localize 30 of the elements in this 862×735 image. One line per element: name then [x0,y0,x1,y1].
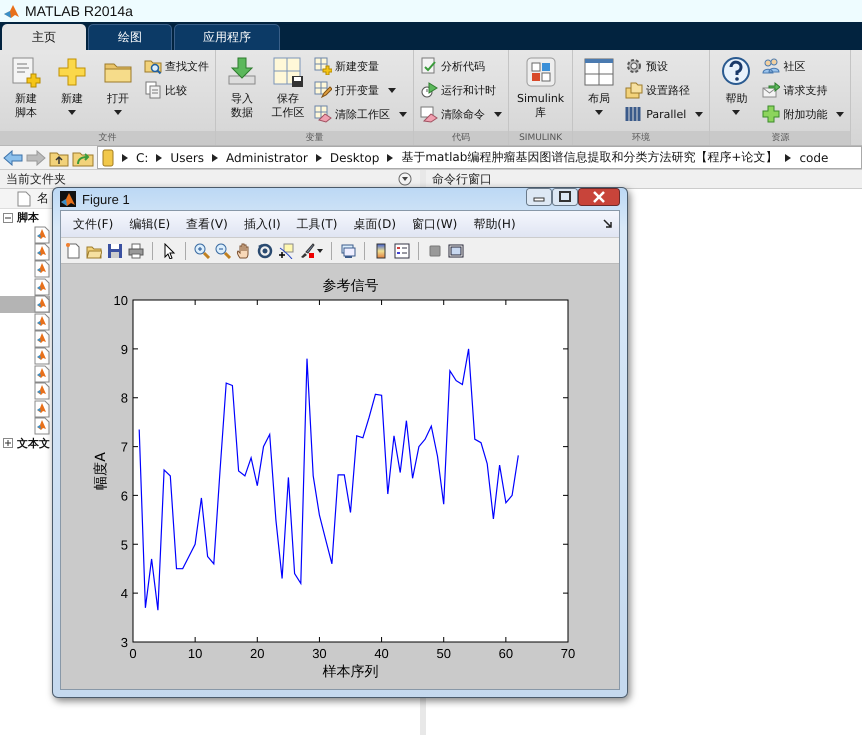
group-label: SIMULINK [509,131,572,145]
tick-label: 40 [374,646,389,661]
tick-label: 3 [120,635,128,650]
tick-label: 10 [114,293,128,308]
chart-title: 参考信号 [322,278,378,294]
group-label: 文件 [0,131,215,145]
tick-label: 50 [436,646,451,661]
window-title: MATLAB R2014a [25,3,133,19]
tick-label: 9 [120,342,128,357]
tick-label: 8 [120,390,128,406]
axis-label: 幅度A [93,452,109,490]
tick-label: 0 [129,646,137,661]
axis-label: 样本序列 [322,664,378,680]
panel-title: 命令行窗口 [432,170,492,188]
tick-label: 20 [250,646,265,661]
group-label: 资源 [710,131,850,145]
column-title: 名 [37,190,49,207]
tick-label: 30 [312,646,327,661]
tick-label: 70 [560,646,576,661]
tick-label: 60 [498,646,514,661]
group-label: 环境 [573,131,710,145]
panel-title: 当前文件夹 [6,170,66,188]
group-label: 代码 [414,131,508,145]
tick-label: 4 [120,586,128,602]
tick-label: 7 [120,440,128,455]
window-title: Figure 1 [82,192,131,206]
tick-label: 6 [120,488,128,504]
group-label: 变量 [216,131,413,145]
tick-label: 10 [188,646,202,661]
tick-label: 5 [120,537,128,552]
